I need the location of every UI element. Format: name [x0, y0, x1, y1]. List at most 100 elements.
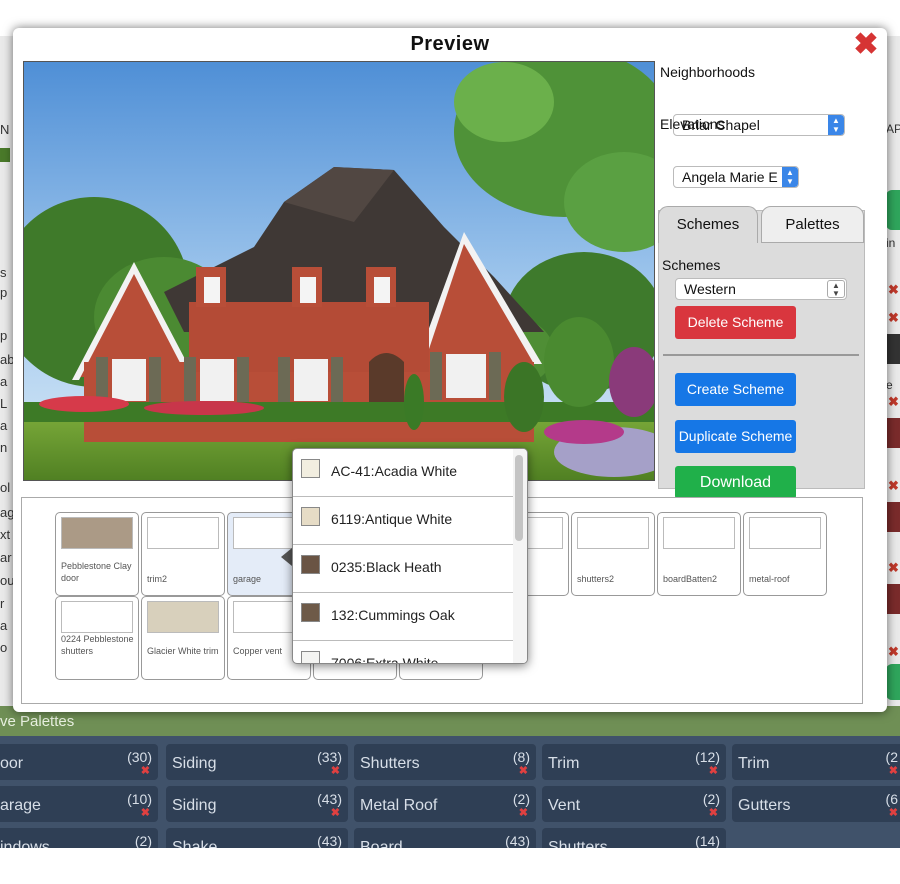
duplicate-scheme-button[interactable]: Duplicate Scheme	[675, 420, 796, 453]
swatch-color-chip	[663, 517, 735, 549]
bg-right-strip	[886, 36, 900, 716]
swatch-color-chip	[147, 517, 219, 549]
bg-left-fragment: n	[0, 440, 8, 455]
delete-icon[interactable]: ✖	[519, 764, 528, 777]
modal-title: Preview	[410, 33, 490, 55]
bg-banner-text: ve Palettes	[0, 713, 75, 730]
select-arrows-icon: ▲ ▼	[827, 280, 845, 298]
bg-palette-cell[interactable]: Metal Roof (2) ✖	[354, 786, 536, 822]
bg-delete-icon: ✖	[888, 560, 899, 575]
swatch-color-chip	[61, 601, 133, 633]
swatch-boardbatten2[interactable]: boardBatten2	[657, 512, 741, 596]
bg-right-swatch	[886, 334, 900, 364]
bg-left-fragment: N	[0, 122, 10, 137]
tab-palettes[interactable]: Palettes	[761, 206, 864, 243]
color-option[interactable]: 6119:Antique White	[293, 497, 513, 545]
bg-left-fragment: r	[0, 596, 5, 611]
delete-scheme-button[interactable]: Delete Scheme	[675, 306, 796, 339]
bg-palette-cell[interactable]: Vent (2) ✖	[542, 786, 726, 822]
bg-palette-cell[interactable]: Shutters (8) ✖	[354, 744, 536, 780]
delete-icon[interactable]: ✖	[331, 764, 340, 777]
schemes-label: Schemes	[662, 257, 721, 273]
bg-left-fragment: ol	[0, 480, 11, 495]
dropdown-scroll-thumb[interactable]	[515, 455, 523, 541]
color-dropdown[interactable]: AC-41:Acadia White 6119:Antique White 02…	[292, 448, 528, 664]
bg-left-fragment: s	[0, 265, 7, 280]
swatch-shutters[interactable]: 0224 Pebblestone shutters	[55, 596, 139, 680]
color-option-chip	[301, 603, 320, 622]
color-option[interactable]: 0235:Black Heath	[293, 545, 513, 593]
color-option-chip	[301, 459, 320, 478]
swatch-trim[interactable]: Glacier White trim	[141, 596, 225, 680]
bg-left-fragment: a	[0, 374, 8, 389]
swatch-shutters2[interactable]: shutters2	[571, 512, 655, 596]
close-icon[interactable]: ✖	[851, 30, 881, 60]
bg-left-fragment: ag	[0, 505, 14, 520]
color-option[interactable]: 7006:Extra White	[293, 641, 513, 663]
bg-left-fragment: L	[0, 396, 8, 411]
bg-left-fragment: xt	[0, 527, 11, 542]
elevation-select[interactable]: Angela Marie E ▲ ▼	[673, 166, 799, 188]
side-panel: Neighborhoods Briar Chapel ▲ ▼ Elevations…	[658, 58, 883, 499]
download-button[interactable]: Download	[675, 466, 796, 499]
neighborhoods-label: Neighborhoods	[660, 64, 755, 80]
scheme-select[interactable]: Western ▲ ▼	[675, 278, 847, 300]
bg-palette-cell[interactable]: Trim (12) ✖	[542, 744, 726, 780]
tab-schemes[interactable]: Schemes	[658, 206, 758, 243]
bg-right-fragment: AP	[886, 122, 900, 136]
delete-icon[interactable]: ✖	[141, 764, 150, 777]
bg-right-swatch	[886, 418, 900, 448]
bg-left-fragment: ou	[0, 573, 14, 588]
panel-divider	[663, 354, 859, 356]
popup-pointer	[281, 548, 292, 566]
elevations-label: Elevations	[660, 116, 725, 132]
bg-bottom-area	[0, 848, 900, 884]
house-preview-image	[23, 61, 655, 481]
swatch-color-chip	[147, 601, 219, 633]
bg-palette-grid: oor (30) ✖ Siding (33) ✖ Shutters (8) ✖ …	[0, 736, 900, 864]
swatch-color-chip	[577, 517, 649, 549]
delete-icon[interactable]: ✖	[519, 806, 528, 819]
color-option-chip	[301, 555, 320, 574]
delete-icon[interactable]: ✖	[709, 806, 718, 819]
bg-palette-cell[interactable]: Trim (2 ✖	[732, 744, 900, 780]
delete-icon[interactable]: ✖	[889, 764, 898, 777]
swatch-metal-roof[interactable]: metal-roof	[743, 512, 827, 596]
swatch-trim2[interactable]: trim2	[141, 512, 225, 596]
color-option[interactable]: 132:Cummings Oak	[293, 593, 513, 641]
delete-icon[interactable]: ✖	[141, 806, 150, 819]
bg-delete-icon: ✖	[888, 282, 899, 297]
bg-delete-icon: ✖	[888, 394, 899, 409]
bg-right-green-button	[886, 664, 900, 700]
bg-left-fragment: p	[0, 285, 8, 300]
bg-palette-cell[interactable]: oor (30) ✖	[0, 744, 158, 780]
bg-right-swatch	[886, 502, 900, 532]
select-arrows-icon: ▲ ▼	[828, 115, 844, 135]
swatch-color-chip	[61, 517, 133, 549]
swatch-door[interactable]: Pebblestone Clay door	[55, 512, 139, 596]
bg-palette-cell[interactable]: arage (10) ✖	[0, 786, 158, 822]
bg-left-fragment: a	[0, 418, 8, 433]
bg-right-green-button	[886, 190, 900, 230]
delete-icon[interactable]: ✖	[889, 806, 898, 819]
bg-left-fragment: ab	[0, 352, 14, 367]
bg-palette-cell[interactable]: Gutters (6 ✖	[732, 786, 900, 822]
bg-right-swatch	[886, 584, 900, 614]
bg-palette-cell[interactable]: Siding (43) ✖	[166, 786, 348, 822]
bg-palette-cell[interactable]: Siding (33) ✖	[166, 744, 348, 780]
delete-icon[interactable]: ✖	[709, 764, 718, 777]
bg-delete-icon: ✖	[888, 478, 899, 493]
bg-delete-icon: ✖	[888, 310, 899, 325]
bg-left-green-bar	[0, 148, 10, 162]
create-scheme-button[interactable]: Create Scheme	[675, 373, 796, 406]
delete-icon[interactable]: ✖	[331, 806, 340, 819]
bg-right-fragment: in	[886, 236, 896, 250]
bg-left-fragment: a	[0, 618, 8, 633]
bg-right-fragment: e	[886, 378, 893, 392]
bg-left-fragment: o	[0, 640, 8, 655]
select-arrows-icon: ▲ ▼	[782, 167, 798, 187]
bg-delete-icon: ✖	[888, 644, 899, 659]
color-option[interactable]: AC-41:Acadia White	[293, 449, 513, 497]
bg-left-fragment: ar	[0, 550, 12, 565]
swatch-color-chip	[749, 517, 821, 549]
